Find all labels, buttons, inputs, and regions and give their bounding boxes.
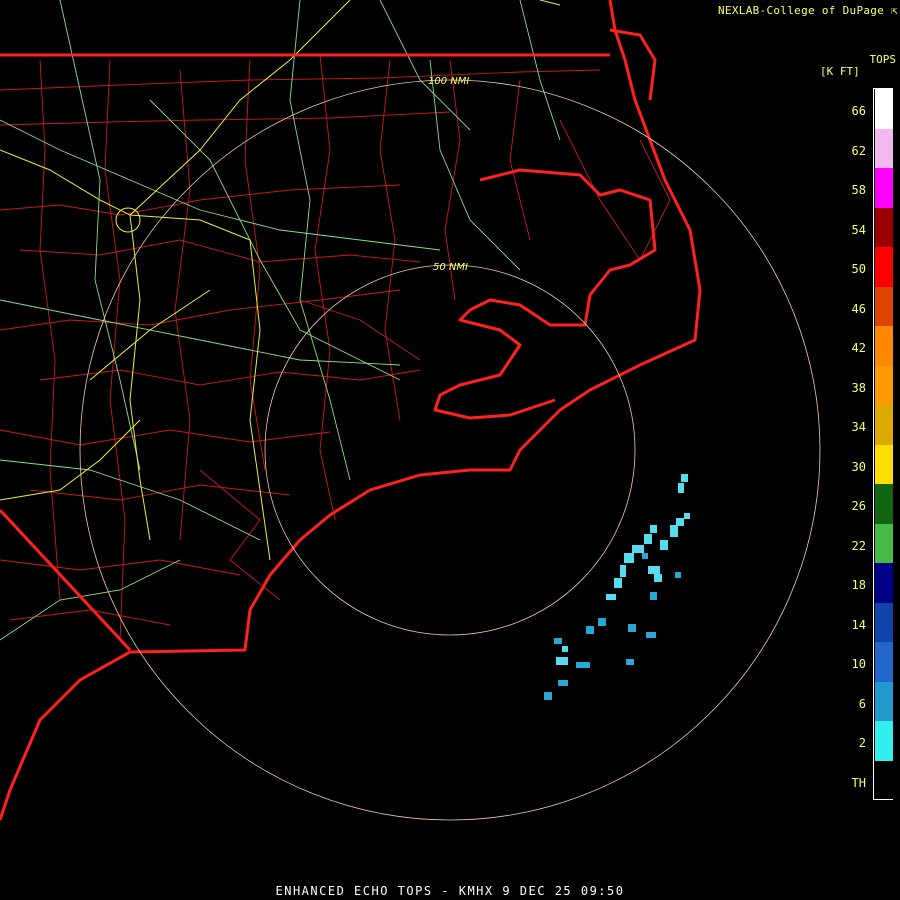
coastline bbox=[0, 0, 702, 821]
legend-tick-label: 2 bbox=[858, 736, 866, 750]
product-caption: ENHANCED ECHO TOPS - KMHX 9 DEC 25 09:50 bbox=[275, 884, 625, 898]
legend-swatch bbox=[875, 207, 893, 247]
legend-tick-label: 46 bbox=[851, 301, 866, 316]
range-label-100: 100 NMI bbox=[428, 76, 469, 87]
range-ring-50 bbox=[264, 264, 636, 636]
legend-swatch bbox=[875, 286, 893, 326]
legend-tick-label: 26 bbox=[851, 499, 866, 513]
legend-tick-label: 18 bbox=[851, 578, 866, 592]
range-label-50: 50 NMI bbox=[433, 262, 468, 273]
color-legend bbox=[873, 88, 893, 800]
legend-swatch bbox=[875, 168, 893, 208]
legend-tick-label: 6 bbox=[858, 696, 866, 711]
legend-tick-label: 38 bbox=[851, 380, 866, 395]
highways bbox=[0, 0, 561, 641]
legend-title: TOPS [K FT] bbox=[820, 54, 896, 78]
legend-tick-label: 34 bbox=[851, 420, 866, 434]
legend-tick-label: 62 bbox=[851, 143, 866, 158]
legend-tick-label: TH bbox=[851, 775, 866, 790]
interstates bbox=[0, 0, 561, 561]
legend-title-line2: [K FT] bbox=[820, 65, 860, 78]
state-borders bbox=[0, 53, 610, 652]
legend-swatch bbox=[875, 444, 893, 484]
legend-swatch bbox=[875, 405, 893, 445]
legend-tick-label: 50 bbox=[851, 262, 866, 276]
legend-swatch bbox=[875, 128, 893, 168]
legend-swatch bbox=[875, 602, 893, 642]
echo-returns[interactable] bbox=[544, 474, 690, 700]
legend-tick-label: 22 bbox=[851, 538, 866, 553]
legend-tick-label: 66 bbox=[851, 104, 866, 118]
legend-tick-label: 54 bbox=[851, 222, 866, 237]
range-rings bbox=[79, 79, 821, 821]
legend-swatch bbox=[875, 326, 893, 366]
credit-label: NEXLAB-College of DuPage ⇱ bbox=[718, 4, 898, 17]
legend-tick-label: 30 bbox=[851, 459, 866, 474]
legend-swatch bbox=[875, 721, 893, 761]
legend-swatch bbox=[875, 365, 893, 405]
legend-swatch bbox=[875, 247, 893, 287]
radar-map[interactable]: 50 NMI 100 NMI bbox=[0, 0, 900, 900]
legend-tick-label: 58 bbox=[851, 183, 866, 197]
range-ring-100 bbox=[79, 79, 821, 821]
legend-swatch bbox=[875, 681, 893, 721]
legend-swatch bbox=[875, 563, 893, 603]
legend-swatch bbox=[875, 642, 893, 682]
legend-swatch bbox=[875, 760, 893, 799]
legend-swatch bbox=[875, 484, 893, 524]
legend-swatch bbox=[875, 89, 893, 129]
legend-tick-label: 14 bbox=[851, 617, 866, 632]
legend-tick-label: 42 bbox=[851, 341, 866, 355]
legend-swatch bbox=[875, 523, 893, 563]
legend-tick-label: 10 bbox=[851, 657, 866, 671]
